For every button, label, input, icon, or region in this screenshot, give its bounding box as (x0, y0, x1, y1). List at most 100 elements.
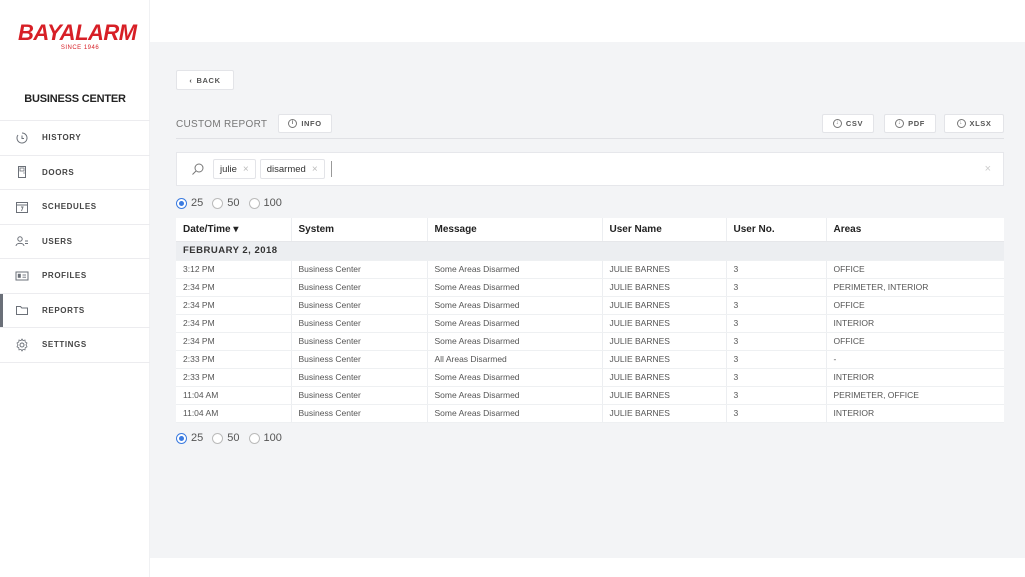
column-header-user-no[interactable]: User No. (726, 218, 827, 242)
date-group-label: FEBRUARY 2, 2018 (176, 241, 1004, 261)
search-tag-disarmed[interactable]: disarmed × (259, 159, 325, 179)
cell-user-no: 3 (726, 278, 827, 297)
sidebar: BAYALARM SINCE 1946 BUSINESS CENTER HIST… (0, 0, 150, 577)
cell-user-name: JULIE BARNES (602, 386, 727, 405)
cell-user-no: 3 (726, 386, 827, 405)
page-size-label: 50 (227, 432, 240, 444)
search-tag-julie[interactable]: julie × (213, 159, 256, 179)
table-header-row: Date/Time ▾ System Message User Name Use… (176, 218, 1004, 242)
column-header-user-name[interactable]: User Name (602, 218, 727, 242)
page-size-25-radio[interactable] (176, 197, 187, 209)
cell-user-name: JULIE BARNES (602, 278, 727, 297)
sidebar-item-schedules[interactable]: SCHEDULES (0, 190, 150, 225)
cell-datetime: 2:33 PM (176, 350, 292, 369)
table-row[interactable]: 2:33 PM Business Center Some Areas Disarme… (176, 368, 1004, 387)
account-name: BUSINESS CENTER (24, 93, 126, 105)
cell-datetime: 2:34 PM (176, 278, 292, 297)
page-size-label: 25 (191, 197, 204, 209)
report-table: Date/Time ▾ System Message User Name Use… (176, 218, 1004, 423)
search-input[interactable] (330, 161, 332, 177)
sidebar-item-label: REPORTS (42, 305, 85, 315)
sidebar-item-label: DOORS (42, 167, 75, 177)
page-size-label: 100 (263, 197, 282, 209)
column-header-areas[interactable]: Areas (826, 218, 1004, 242)
sidebar-item-reports[interactable]: REPORTS (0, 293, 150, 328)
cell-areas: PERIMETER, OFFICE (826, 386, 1004, 405)
page-size-label: 25 (191, 432, 204, 444)
page-size-50-radio[interactable] (212, 432, 224, 444)
cell-system: Business Center (291, 332, 428, 351)
gear-icon (15, 337, 29, 352)
cell-user-name: JULIE BARNES (602, 404, 727, 423)
table-row[interactable]: 2:34 PM Business Center Some Areas Disarme… (176, 314, 1004, 333)
cell-user-no: 3 (726, 260, 827, 279)
table-row[interactable]: 2:34 PM Business Center Some Areas Disarme… (176, 296, 1004, 315)
close-icon[interactable]: × (312, 164, 318, 175)
export-xlsx-button[interactable]: ↓ XLSX (944, 114, 1004, 133)
cell-message: Some Areas Disarmed (427, 368, 603, 387)
main-content: ‹ BACK CUSTOM REPORT i INFO ↓ CSV ↓ PDF … (150, 42, 1025, 558)
search-bar[interactable]: julie × disarmed × × (176, 152, 1004, 186)
info-button[interactable]: i INFO (278, 114, 332, 133)
cell-datetime: 11:04 AM (176, 404, 292, 423)
table-row[interactable]: 2:34 PM Business Center Some Areas Disarme… (176, 332, 1004, 351)
cell-user-name: JULIE BARNES (602, 368, 727, 387)
cell-user-name: JULIE BARNES (602, 350, 727, 369)
column-header-message[interactable]: Message (427, 218, 603, 242)
sidebar-item-label: HISTORY (42, 133, 82, 143)
table-row[interactable]: 2:33 PM Business Center All Areas Disarmed… (176, 350, 1004, 369)
page-size-100-radio[interactable] (248, 197, 260, 209)
cell-message: All Areas Disarmed (427, 350, 603, 369)
cell-areas: PERIMETER, INTERIOR (826, 278, 1004, 297)
users-icon (15, 234, 29, 248)
cell-areas: INTERIOR (826, 404, 1004, 423)
table-row[interactable]: 2:34 PM Business Center Some Areas Disarme… (176, 278, 1004, 297)
page-size-label: 100 (263, 432, 282, 444)
clear-search-icon[interactable]: × (985, 163, 991, 175)
back-button[interactable]: ‹ BACK (176, 70, 234, 90)
cell-user-no: 3 (726, 314, 827, 333)
cell-datetime: 11:04 AM (176, 386, 292, 405)
cell-user-name: JULIE BARNES (602, 260, 727, 279)
download-icon: ↓ (895, 119, 905, 128)
sidebar-item-users[interactable]: USERS (0, 225, 150, 259)
cell-user-no: 3 (726, 404, 827, 423)
bay-alarm-logo[interactable]: BAYALARM SINCE 1946 (18, 22, 148, 52)
table-row[interactable]: 11:04 AM Business Center Some Areas Disarm… (176, 404, 1004, 423)
sidebar-item-settings[interactable]: SETTINGS (0, 328, 150, 363)
cell-message: Some Areas Disarmed (427, 314, 603, 333)
sidebar-nav: HISTORY DOORS SCHEDULES USERS PROFILES R… (0, 120, 150, 363)
info-button-label: INFO (301, 119, 322, 128)
cell-user-name: JULIE BARNES (602, 332, 727, 351)
export-pdf-button[interactable]: ↓ PDF (884, 114, 936, 133)
column-header-system[interactable]: System (291, 218, 428, 242)
search-tag-label: julie (220, 163, 237, 175)
cell-areas: INTERIOR (826, 368, 1004, 387)
sidebar-item-profiles[interactable]: PROFILES (0, 259, 150, 294)
cell-system: Business Center (291, 350, 428, 369)
sidebar-item-doors[interactable]: DOORS (0, 156, 150, 190)
page-size-selector-bottom: 25 50 100 (176, 432, 287, 444)
cell-datetime: 3:12 PM (176, 260, 292, 279)
sidebar-item-history[interactable]: HISTORY (0, 121, 150, 156)
table-row[interactable]: 11:04 AM Business Center Some Areas Disarm… (176, 386, 1004, 405)
table-row[interactable]: 3:12 PM Business Center Some Areas Disarme… (176, 260, 1004, 279)
divider (176, 138, 1004, 139)
download-icon: ↓ (956, 119, 966, 128)
folder-icon (15, 303, 29, 317)
column-header-datetime[interactable]: Date/Time ▾ (176, 218, 292, 242)
cell-user-no: 3 (726, 332, 827, 351)
close-icon[interactable]: × (243, 164, 249, 175)
cell-user-no: 3 (726, 368, 827, 387)
door-icon (15, 165, 29, 179)
cell-user-name: JULIE BARNES (602, 314, 727, 333)
page-size-100-radio[interactable] (248, 432, 260, 444)
cell-datetime: 2:33 PM (176, 368, 292, 387)
sidebar-item-label: SCHEDULES (42, 202, 97, 212)
page-size-25-radio[interactable] (176, 432, 187, 444)
export-csv-button[interactable]: ↓ CSV (822, 114, 874, 133)
cell-datetime: 2:34 PM (176, 296, 292, 315)
sidebar-item-label: PROFILES (42, 271, 87, 281)
page-size-50-radio[interactable] (212, 197, 224, 209)
cell-areas: OFFICE (826, 296, 1004, 315)
